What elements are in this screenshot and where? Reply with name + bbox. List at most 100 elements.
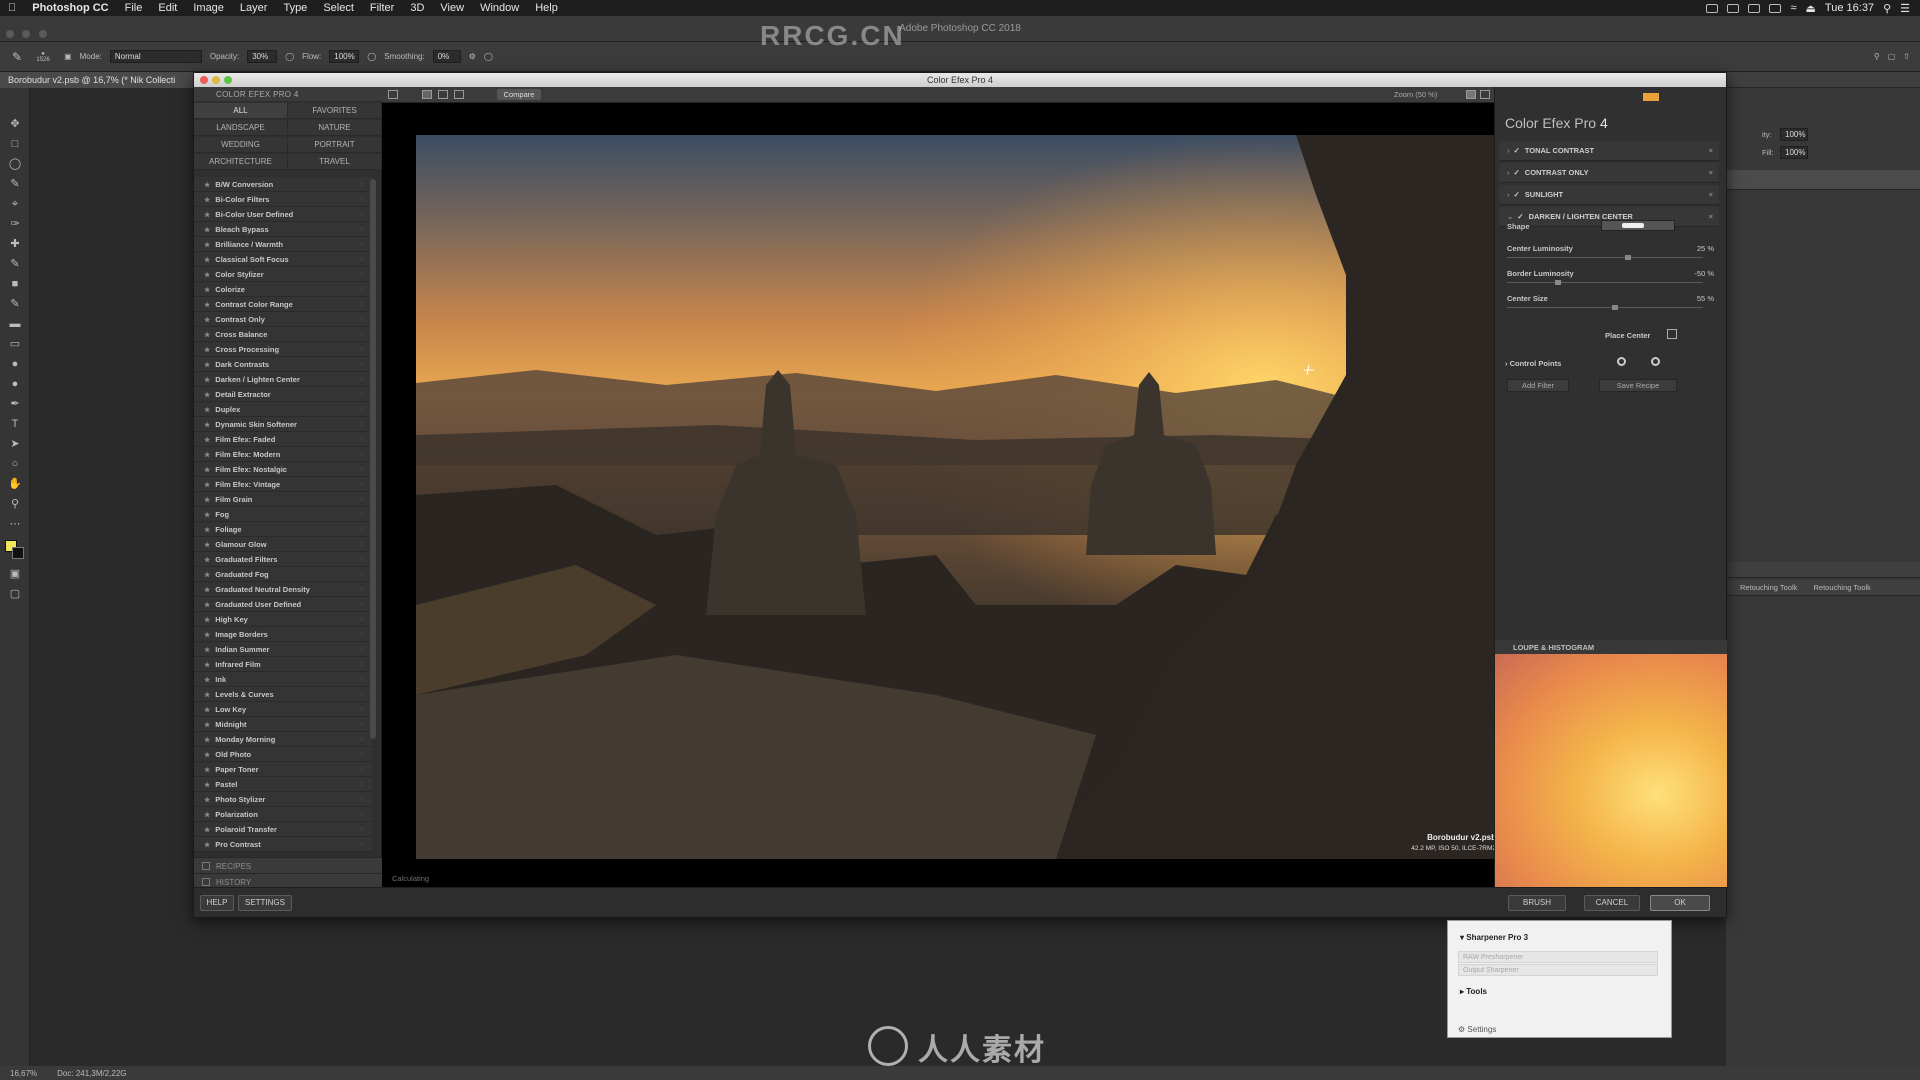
single-view-icon[interactable]: [422, 90, 432, 99]
marquee-tool-icon[interactable]: □: [8, 138, 22, 150]
preset-icon[interactable]: ○: [360, 477, 364, 492]
side-by-side-view-icon[interactable]: [454, 90, 464, 99]
category-architecture[interactable]: ARCHITECTURE: [194, 154, 288, 170]
preset-icon[interactable]: ○: [360, 252, 364, 267]
remove-filter-icon[interactable]: ×: [1709, 207, 1713, 227]
mode-select[interactable]: Normal: [109, 50, 202, 63]
favorite-star-icon[interactable]: ★: [204, 422, 210, 429]
output-sharpener-button[interactable]: Output Sharpener: [1458, 964, 1658, 976]
subtract-control-point-icon[interactable]: [1651, 357, 1660, 366]
favorite-star-icon[interactable]: ★: [204, 602, 210, 609]
favorite-star-icon[interactable]: ★: [204, 377, 210, 384]
recipes-section[interactable]: RECIPES: [194, 857, 382, 874]
preset-icon[interactable]: ○: [360, 747, 364, 762]
eyedropper-tool-icon[interactable]: ✑: [8, 218, 22, 230]
favorite-star-icon[interactable]: ★: [204, 317, 210, 324]
filter-list-item[interactable]: ★ Contrast Color Range ○: [194, 297, 372, 312]
preset-icon[interactable]: ○: [360, 177, 364, 192]
menu-file[interactable]: File: [117, 2, 151, 14]
shape-tool-icon[interactable]: ○: [8, 458, 22, 470]
preset-icon[interactable]: ○: [360, 732, 364, 747]
hand-tool-icon[interactable]: ✋: [8, 478, 22, 490]
favorite-star-icon[interactable]: ★: [204, 782, 210, 789]
move-tool-icon[interactable]: ✥: [8, 118, 22, 130]
screen-icon[interactable]: [1706, 3, 1719, 13]
tab-retouching-toolkit-1[interactable]: Retouching Toolk: [1740, 583, 1797, 592]
filter-list-item[interactable]: ★ Photo Stylizer ○: [194, 792, 372, 807]
filter-list-item[interactable]: ★ Polaroid Transfer ○: [194, 822, 372, 837]
category-landscape[interactable]: LANDSCAPE: [194, 120, 288, 136]
preset-icon[interactable]: ○: [360, 792, 364, 807]
preset-icon[interactable]: ○: [360, 297, 364, 312]
preset-icon[interactable]: ○: [360, 327, 364, 342]
filter-list-item[interactable]: ★ Duplex ○: [194, 402, 372, 417]
checkmark-icon[interactable]: ✓: [1514, 190, 1520, 199]
filter-list-item[interactable]: ★ Brilliance / Warmth ○: [194, 237, 372, 252]
healing-tool-icon[interactable]: ✚: [8, 238, 22, 250]
preset-icon[interactable]: ○: [360, 267, 364, 282]
favorite-star-icon[interactable]: ★: [204, 227, 210, 234]
expand-chevron-icon[interactable]: ›: [1507, 146, 1510, 155]
loupe-preview[interactable]: [1495, 654, 1727, 887]
history-brush-tool-icon[interactable]: ✎: [8, 298, 22, 310]
favorite-star-icon[interactable]: ★: [204, 542, 210, 549]
favorite-star-icon[interactable]: ★: [204, 197, 210, 204]
preset-icon[interactable]: ○: [360, 717, 364, 732]
search-icon[interactable]: ⚲: [1874, 52, 1880, 61]
menu-edit[interactable]: Edit: [150, 2, 185, 14]
favorite-star-icon[interactable]: ★: [204, 767, 210, 774]
favorite-star-icon[interactable]: ★: [204, 572, 210, 579]
filter-list-item[interactable]: ★ High Key ○: [194, 612, 372, 627]
blur-tool-icon[interactable]: ●: [8, 358, 22, 370]
filter-list-item[interactable]: ★ Indian Summer ○: [194, 642, 372, 657]
remove-filter-icon[interactable]: ×: [1709, 141, 1713, 161]
filter-list-item[interactable]: ★ Ink ○: [194, 672, 372, 687]
help-button[interactable]: HELP: [200, 895, 234, 911]
wifi-icon[interactable]: ≈: [1790, 2, 1796, 14]
expand-chevron-icon[interactable]: ›: [1507, 190, 1510, 199]
border-luminosity-slider[interactable]: [1507, 280, 1703, 285]
share-icon[interactable]: ⇧: [1903, 52, 1910, 61]
preset-icon[interactable]: ○: [360, 807, 364, 822]
filter-list-item[interactable]: ★ Bi-Color User Defined ○: [194, 207, 372, 222]
filter-list-item[interactable]: ★ Low Key ○: [194, 702, 372, 717]
filter-list-item[interactable]: ★ Foliage ○: [194, 522, 372, 537]
favorite-star-icon[interactable]: ★: [204, 662, 210, 669]
background-color-icon[interactable]: [1466, 90, 1476, 99]
control-points-label[interactable]: › Control Points: [1505, 359, 1561, 368]
cancel-button[interactable]: CANCEL: [1584, 895, 1640, 911]
preset-icon[interactable]: ○: [360, 507, 364, 522]
opacity-field[interactable]: 30%: [247, 50, 278, 63]
filter-list-scrollbar[interactable]: [370, 179, 376, 739]
favorite-star-icon[interactable]: ★: [204, 797, 210, 804]
ok-button[interactable]: OK: [1650, 895, 1710, 911]
preset-icon[interactable]: ○: [360, 462, 364, 477]
preview-canvas[interactable]: Borobudur v2.psb 42.2 MP, ISO 50, ILCE-7…: [382, 103, 1502, 887]
filter-list-item[interactable]: ★ Film Efex: Modern ○: [194, 447, 372, 462]
filter-list-item[interactable]: ★ Bleach Bypass ○: [194, 222, 372, 237]
filter-list-item[interactable]: ★ B/W Conversion ○: [194, 177, 372, 192]
checkmark-icon[interactable]: ✓: [1517, 212, 1523, 221]
category-portrait[interactable]: PORTRAIT: [288, 137, 382, 153]
preset-icon[interactable]: ○: [360, 777, 364, 792]
palette-heading[interactable]: ▾ Sharpener Pro 3: [1460, 933, 1528, 942]
menu-layer[interactable]: Layer: [232, 2, 276, 14]
filter-list-item[interactable]: ★ Fog ○: [194, 507, 372, 522]
spotlight-search-icon[interactable]: ⚲: [1883, 2, 1891, 15]
dialog-minimize-button[interactable]: [212, 76, 220, 84]
raw-presharpener-button[interactable]: RAW Presharpener: [1458, 951, 1658, 963]
add-control-point-icon[interactable]: [1617, 357, 1626, 366]
airbrush-icon[interactable]: ◯: [367, 52, 376, 61]
loupe-histogram-header[interactable]: LOUPE & HISTOGRAM: [1495, 640, 1727, 654]
preset-icon[interactable]: ○: [360, 447, 364, 462]
toggle-browser-icon[interactable]: [388, 90, 398, 99]
pen-tool-icon[interactable]: ✒: [8, 398, 22, 410]
param-value[interactable]: 25 %: [1697, 244, 1714, 253]
smoothing-field[interactable]: 0%: [432, 50, 461, 63]
preset-icon[interactable]: ○: [360, 672, 364, 687]
favorite-star-icon[interactable]: ★: [204, 437, 210, 444]
filter-list-item[interactable]: ★ Color Stylizer ○: [194, 267, 372, 282]
category-wedding[interactable]: WEDDING: [194, 137, 288, 153]
preset-icon[interactable]: ○: [360, 492, 364, 507]
stack-filter-tonal-contrast[interactable]: › ✓ TONAL CONTRAST ×: [1499, 141, 1719, 161]
